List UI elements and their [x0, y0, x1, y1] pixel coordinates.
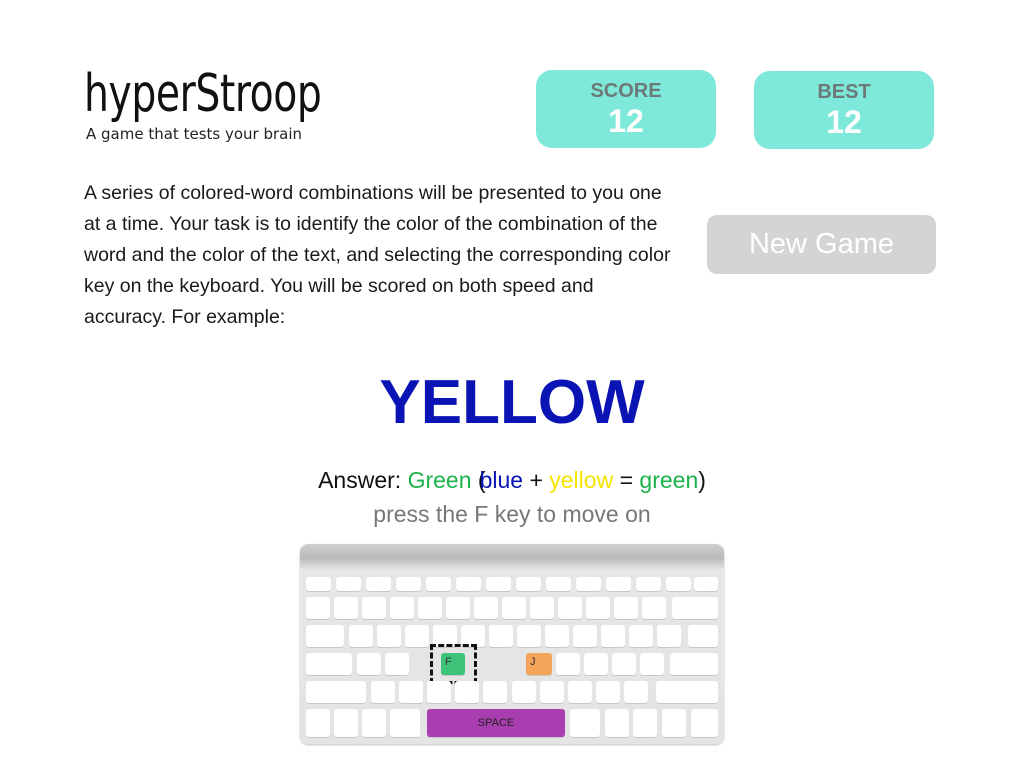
keyboard-key — [306, 577, 331, 591]
keyboard-key — [688, 625, 718, 647]
keyboard-key — [570, 709, 600, 737]
keyboard-key — [672, 597, 718, 619]
keyboard-key — [390, 597, 414, 619]
keyboard-key — [427, 681, 451, 703]
term-yellow: yellow — [549, 467, 614, 493]
term-green: green — [639, 467, 699, 493]
score-label: SCORE — [590, 80, 662, 102]
new-game-button[interactable]: New Game — [707, 215, 936, 274]
instructions-text: A series of colored-word combinations wi… — [84, 182, 671, 328]
keyboard-key — [334, 597, 358, 619]
keyboard-key — [633, 709, 657, 737]
keyboard-key — [306, 681, 366, 703]
keyboard-key — [512, 681, 536, 703]
keyboard-key — [362, 597, 386, 619]
game-subtitle: A game that tests your brain — [86, 125, 303, 143]
keyboard-key — [662, 709, 686, 737]
key-j-label: J — [530, 656, 536, 668]
keyboard-key — [606, 577, 631, 591]
keyboard-key — [694, 577, 718, 591]
keyboard-key — [601, 625, 625, 647]
keyboard-key — [474, 597, 498, 619]
keyboard-key — [629, 625, 653, 647]
game-title: hyperStroop — [84, 64, 322, 124]
keyboard-key — [516, 577, 541, 591]
keyboard-key — [396, 577, 421, 591]
keyboard-key — [486, 577, 511, 591]
keyboard-key — [666, 577, 691, 591]
keyboard-key — [371, 681, 395, 703]
keyboard-key — [405, 625, 429, 647]
keyboard-key — [642, 597, 666, 619]
keyboard-key — [540, 681, 564, 703]
score-value: 12 — [608, 103, 644, 139]
keyboard-key — [455, 681, 479, 703]
keyboard-key — [670, 653, 718, 675]
hint-text: press the F key to move on — [373, 501, 651, 527]
keyboard-key — [546, 577, 571, 591]
keyboard-key — [366, 577, 391, 591]
keyboard-key — [657, 625, 681, 647]
keyboard-key — [576, 577, 601, 591]
keyboard-key — [517, 625, 541, 647]
keyboard-illustration: F J SPACE — [300, 544, 724, 744]
keyboard-key — [624, 681, 648, 703]
keyboard-key — [306, 597, 330, 619]
keyboard-key — [636, 577, 661, 591]
keyboard-key — [446, 597, 470, 619]
best-value: 12 — [826, 104, 862, 140]
keyboard-key — [306, 709, 330, 737]
keyboard-key — [357, 653, 381, 675]
keyboard-key — [456, 577, 481, 591]
score-box: SCORE 12 — [536, 70, 716, 148]
keyboard-key — [640, 653, 664, 675]
paren-close: ) — [698, 467, 706, 493]
term-blue: blue — [479, 467, 524, 493]
keyboard-key — [362, 709, 386, 737]
best-label: BEST — [817, 81, 871, 103]
stroop-word: YELLOW — [379, 368, 645, 437]
equals-sign: = — [619, 467, 634, 493]
keyboard-key — [586, 597, 610, 619]
keyboard-key — [656, 681, 718, 703]
key-space-label: SPACE — [477, 717, 515, 729]
keyboard-key — [334, 709, 358, 737]
keyboard-key — [568, 681, 592, 703]
focus-indicator — [430, 644, 477, 684]
keyboard-key — [390, 709, 420, 737]
keyboard-key — [605, 709, 629, 737]
keyboard-key — [614, 597, 638, 619]
keyboard-key — [377, 625, 401, 647]
keyboard-key — [426, 577, 451, 591]
plus-sign: + — [529, 467, 543, 493]
keyboard-key — [418, 597, 442, 619]
keyboard-key — [596, 681, 620, 703]
keyboard-key — [556, 653, 580, 675]
best-score-box: BEST 12 — [754, 71, 934, 149]
keyboard-key — [584, 653, 608, 675]
keyboard-key — [545, 625, 569, 647]
keyboard-key — [691, 709, 718, 737]
keyboard-key — [306, 653, 352, 675]
keyboard-key — [349, 625, 373, 647]
answer-prefix: Answer: — [318, 467, 402, 493]
key-space: SPACE — [427, 709, 565, 737]
keyboard-key — [385, 653, 409, 675]
answer-value: Green — [407, 467, 472, 493]
key-j: J — [526, 653, 552, 675]
keyboard-key — [306, 625, 344, 647]
keyboard-key — [336, 577, 361, 591]
keyboard-key — [558, 597, 582, 619]
keyboard-key — [573, 625, 597, 647]
keyboard-key — [612, 653, 636, 675]
keyboard-key — [483, 681, 507, 703]
keyboard-key — [502, 597, 526, 619]
answer-line: Answer: Green (blue + yellow = green) — [0, 464, 1024, 496]
keyboard-key — [489, 625, 513, 647]
keyboard-key — [399, 681, 423, 703]
keyboard-key — [530, 597, 554, 619]
